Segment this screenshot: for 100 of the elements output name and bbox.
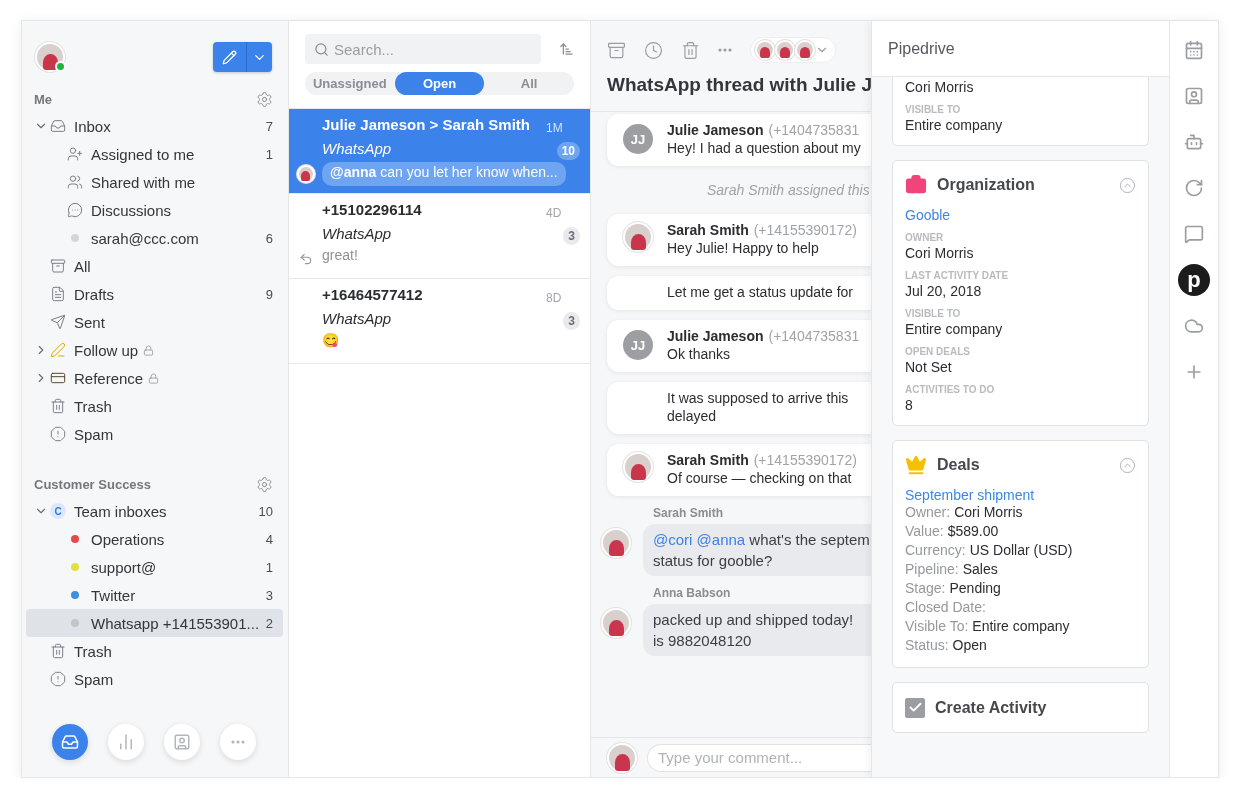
sidebar-item[interactable]: All	[26, 252, 283, 280]
comment-text: is 9882048120	[653, 632, 753, 649]
refresh-icon	[1184, 178, 1204, 198]
deal-link[interactable]: September shipment	[905, 487, 1136, 503]
message-text: Hey! I had a question about my	[667, 140, 861, 156]
item-count: 1	[265, 559, 273, 575]
check-icon	[907, 700, 923, 715]
document-icon	[50, 286, 66, 302]
pencil-icon	[222, 49, 237, 65]
field-label: OPEN DEALS	[905, 346, 971, 357]
deal-field-value: Open	[952, 636, 987, 655]
search-icon	[314, 42, 329, 57]
compose-button-group[interactable]	[213, 42, 272, 72]
field-value: Cori Morris	[905, 79, 975, 95]
inbox-icon	[50, 118, 66, 134]
conversation-title: +16464577412	[322, 286, 424, 305]
deal-field-value: Pending	[949, 579, 1001, 598]
search-field[interactable]: Search...	[305, 34, 541, 64]
app-logo-button[interactable]: p	[1178, 264, 1210, 296]
comment-author: Anna Babson	[652, 586, 732, 600]
deal-field-label: Value:	[905, 522, 944, 541]
sidebar-item[interactable]: Inbox 7	[26, 112, 283, 140]
sidebar-item[interactable]: Shared with me	[26, 168, 283, 196]
sidebar-item[interactable]: Spam	[26, 665, 283, 693]
card-title: Organization	[937, 176, 1035, 194]
settings-icon[interactable]	[256, 476, 273, 493]
message-count: 3	[563, 227, 580, 245]
sidebar-item[interactable]: Whatsapp +141553901... 2	[26, 609, 283, 637]
deal-field-label: Pipeline:	[905, 560, 959, 579]
trash-icon[interactable]	[681, 40, 700, 60]
card-icon	[50, 370, 66, 386]
comment-field[interactable]: Type your comment...	[647, 743, 871, 772]
organization-link[interactable]: Gooble	[905, 207, 1136, 223]
sidebar-item[interactable]: Reference	[26, 364, 283, 392]
message-count: 3	[563, 312, 580, 330]
sidebar-item[interactable]: Twitter 3	[26, 581, 283, 609]
cloud-icon	[1184, 316, 1204, 336]
sort-icon[interactable]	[559, 40, 574, 58]
item-count: 7	[265, 118, 273, 134]
deal-field-value: Cori Morris	[954, 503, 1023, 522]
nav-button[interactable]	[108, 724, 144, 760]
sidebar-item[interactable]: Sent	[26, 308, 283, 336]
more-icon	[231, 740, 245, 744]
more-icon	[718, 48, 732, 52]
field-value: Jul 20, 2018	[905, 283, 983, 299]
reply-arrow-icon	[298, 252, 313, 266]
deal-field-label: Owner:	[905, 503, 951, 522]
field-label: VISIBLE TO	[905, 104, 962, 115]
message-author: Sarah Smith	[667, 452, 749, 468]
sidebar-item[interactable]: Trash	[26, 637, 283, 665]
message-text: Of course — checking on that	[667, 470, 853, 486]
warning-octagon-icon	[50, 426, 66, 442]
avatar-icon	[607, 742, 637, 773]
sidebar-item[interactable]: Assigned to me 1	[26, 140, 283, 168]
assignees-button[interactable]	[750, 37, 836, 63]
deal-field-label: Visible To:	[905, 617, 969, 636]
nav-button[interactable]	[52, 724, 88, 760]
message-author: Sarah Smith	[667, 222, 749, 238]
briefcase-icon	[905, 174, 927, 196]
avatar-icon	[775, 40, 795, 60]
deal-field-value: $589.00	[947, 522, 999, 541]
user-avatar[interactable]	[35, 42, 65, 72]
message-text: Let me get a status update for	[667, 284, 853, 300]
collapse-icon[interactable]	[1119, 456, 1136, 474]
comment-text: @cori @anna what's the septem	[653, 531, 871, 548]
message-count: 10	[556, 142, 580, 160]
sidebar-item[interactable]: Spam	[26, 420, 283, 448]
thread-title: WhatsApp thread with Julie J	[607, 74, 871, 96]
sidebar-item[interactable]: Discussions	[26, 196, 283, 224]
collapse-icon[interactable]	[1119, 176, 1136, 194]
checkbox[interactable]	[905, 697, 925, 718]
sidebar-item[interactable]: C Team inboxes 10	[26, 497, 283, 525]
message-text: delayed	[667, 408, 718, 424]
create-activity-button[interactable]: Create Activity	[892, 682, 1149, 733]
sidebar-item[interactable]: Drafts 9	[26, 280, 283, 308]
archive-box-icon[interactable]	[607, 40, 626, 60]
phone-number: (+1404735831	[768, 122, 860, 138]
initials-avatar: JJ	[623, 124, 653, 154]
calendar-icon	[1184, 40, 1204, 60]
item-count: 9	[265, 286, 273, 302]
conversation-item[interactable]: Julie Jameson > Sarah Smith 1M WhatsApp 10 @anna can you let her know when...	[289, 109, 590, 194]
avatar-icon	[601, 528, 631, 558]
settings-icon[interactable]	[256, 91, 273, 108]
trash-icon	[50, 643, 66, 659]
item-count: 4	[265, 531, 273, 547]
sidebar-item[interactable]: Operations 4	[26, 525, 283, 553]
nav-button[interactable]	[164, 724, 200, 760]
paper-plane-icon	[50, 314, 66, 330]
archive-box-icon	[50, 258, 66, 274]
team-badge: C	[50, 503, 66, 519]
filter-tab[interactable]: Open	[394, 72, 485, 95]
sidebar-item[interactable]: Trash	[26, 392, 283, 420]
field-value: 8	[905, 397, 914, 413]
clock-icon[interactable]	[644, 40, 663, 60]
sidebar-item[interactable]: support@ 1	[26, 553, 283, 581]
conversation-title: +15102296114	[322, 201, 423, 220]
sidebar-item[interactable]: Follow up	[26, 336, 283, 364]
sidebar-item[interactable]: sarah@ccc.com 6	[26, 224, 283, 252]
deal-field-value: Entire company	[972, 617, 1070, 636]
field-label: VISIBLE TO	[905, 308, 962, 319]
